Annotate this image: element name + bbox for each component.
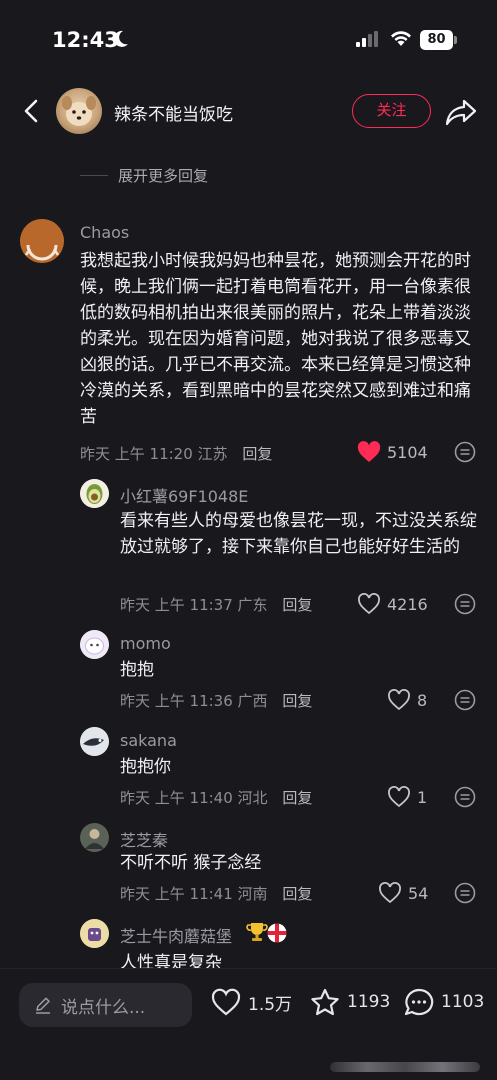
comment-location: 广东 bbox=[237, 596, 268, 614]
comment-location: 广西 bbox=[237, 692, 268, 710]
england-flag-icon bbox=[267, 923, 287, 943]
pencil-icon bbox=[36, 997, 50, 1014]
like-count: 4216 bbox=[387, 594, 428, 614]
reply-button[interactable]: 回复 bbox=[282, 885, 312, 903]
heart-outline-icon bbox=[211, 988, 241, 1016]
avatar[interactable] bbox=[80, 727, 109, 756]
wifi-icon bbox=[391, 31, 411, 46]
heart-outline-icon bbox=[379, 882, 401, 904]
more-options-icon[interactable] bbox=[454, 593, 476, 615]
moon-icon bbox=[113, 30, 128, 47]
comment-text: 我想起我小时候我妈妈也种昙花，她预测会开花的时候，晚上我们俩一起打着电筒看花开，… bbox=[80, 251, 471, 427]
comment-username[interactable]: 芝芝秦 bbox=[120, 827, 168, 851]
share-icon[interactable] bbox=[444, 97, 478, 127]
author-name[interactable]: 辣条不能当饭吃 bbox=[114, 100, 233, 125]
avatar[interactable] bbox=[80, 919, 109, 948]
comment-time: 昨天 上午 11:36 bbox=[120, 692, 233, 710]
comment-username[interactable]: 芝士牛肉蘑菇堡 bbox=[120, 923, 232, 947]
comment-text: 抱抱 bbox=[120, 660, 154, 680]
heart-filled-icon bbox=[357, 441, 381, 462]
like-button[interactable]: 54 bbox=[378, 882, 428, 904]
comment-location: 河南 bbox=[237, 885, 268, 903]
post-comment-button[interactable]: 1103 bbox=[403, 987, 484, 1017]
more-options-icon[interactable] bbox=[454, 786, 476, 808]
like-count: 1 bbox=[417, 787, 428, 807]
comment-meta: 昨天 上午 11:41 河南 回复 bbox=[120, 883, 312, 904]
watermark-smudge bbox=[330, 1062, 480, 1072]
heart-outline-icon bbox=[388, 689, 410, 711]
like-count: 8 bbox=[417, 690, 428, 710]
more-options-icon[interactable] bbox=[454, 882, 476, 904]
comment-input-placeholder: 说点什么... bbox=[61, 997, 146, 1018]
status-time: 12:43 bbox=[52, 28, 119, 52]
comment-bubble-icon bbox=[404, 988, 434, 1016]
comment-location: 河北 bbox=[237, 789, 268, 807]
follow-button[interactable]: 关注 bbox=[352, 94, 431, 128]
like-count: 5104 bbox=[387, 442, 428, 462]
avatar[interactable] bbox=[80, 630, 109, 659]
comment-text: 看来有些人的母爱也像昙花一现，不过没关系绽放过就够了，接下来靠你自己也能好好生活… bbox=[120, 511, 477, 557]
post-favorite-button[interactable]: 1193 bbox=[309, 987, 390, 1017]
more-options-icon[interactable] bbox=[454, 689, 476, 711]
expand-more-replies[interactable]: 展开更多回复 bbox=[80, 164, 208, 186]
comment-time: 昨天 上午 11:40 bbox=[120, 789, 233, 807]
comment-text: 抱抱你 bbox=[120, 757, 171, 777]
expand-divider bbox=[80, 174, 108, 176]
author-avatar[interactable] bbox=[56, 88, 102, 134]
reply-button[interactable]: 回复 bbox=[282, 692, 312, 710]
comment-meta: 昨天 上午 11:37 广东 回复 bbox=[120, 594, 312, 615]
like-count: 54 bbox=[408, 883, 429, 903]
heart-outline-icon bbox=[358, 593, 380, 615]
comment-meta: 昨天 上午 11:40 河北 回复 bbox=[120, 787, 312, 808]
post-favorite-count: 1193 bbox=[347, 992, 391, 1012]
comment-username[interactable]: Chaos bbox=[80, 223, 129, 242]
comment-meta: 昨天 上午 11:36 广西 回复 bbox=[120, 690, 312, 711]
like-button[interactable]: 8 bbox=[387, 689, 427, 711]
comment-time: 昨天 上午 11:20 bbox=[80, 445, 193, 463]
battery-tip bbox=[454, 36, 457, 44]
heart-outline-icon bbox=[388, 786, 410, 808]
more-options-icon[interactable] bbox=[454, 441, 476, 463]
reply-button[interactable]: 回复 bbox=[242, 445, 272, 463]
comment-input[interactable]: 说点什么... bbox=[19, 983, 192, 1027]
comment-username[interactable]: sakana bbox=[120, 731, 177, 750]
reply-button[interactable]: 回复 bbox=[282, 789, 312, 807]
expand-more-label: 展开更多回复 bbox=[118, 166, 209, 185]
comment-username[interactable]: momo bbox=[120, 634, 171, 653]
comment-meta: 昨天 上午 11:20 江苏 回复 bbox=[80, 443, 272, 464]
back-icon[interactable] bbox=[18, 96, 46, 126]
post-comment-count: 1103 bbox=[441, 992, 485, 1012]
comment-time: 昨天 上午 11:41 bbox=[120, 885, 233, 903]
nav-bar: 辣条不能当饭吃 关注 bbox=[0, 80, 497, 142]
status-bar: 12:43 80 bbox=[0, 0, 497, 80]
post-like-button[interactable]: 1.5万 bbox=[210, 987, 292, 1017]
comment-text: 不听不听 猴子念经 bbox=[120, 853, 262, 873]
avatar[interactable] bbox=[20, 219, 64, 263]
post-like-count: 1.5万 bbox=[248, 994, 293, 1015]
star-outline-icon bbox=[311, 988, 339, 1016]
reply-button[interactable]: 回复 bbox=[282, 596, 312, 614]
comment-username[interactable]: 小红薯69F1048E bbox=[120, 483, 248, 507]
like-button[interactable]: 1 bbox=[387, 786, 427, 808]
comment-location: 江苏 bbox=[197, 445, 228, 463]
signal-icon bbox=[356, 31, 378, 47]
comment-time: 昨天 上午 11:37 bbox=[120, 596, 233, 614]
like-button[interactable]: 4216 bbox=[357, 593, 428, 615]
battery-level: 80 bbox=[420, 30, 453, 50]
avatar[interactable] bbox=[80, 823, 109, 852]
like-button[interactable]: 5104 bbox=[357, 441, 428, 463]
avatar[interactable] bbox=[80, 479, 109, 508]
